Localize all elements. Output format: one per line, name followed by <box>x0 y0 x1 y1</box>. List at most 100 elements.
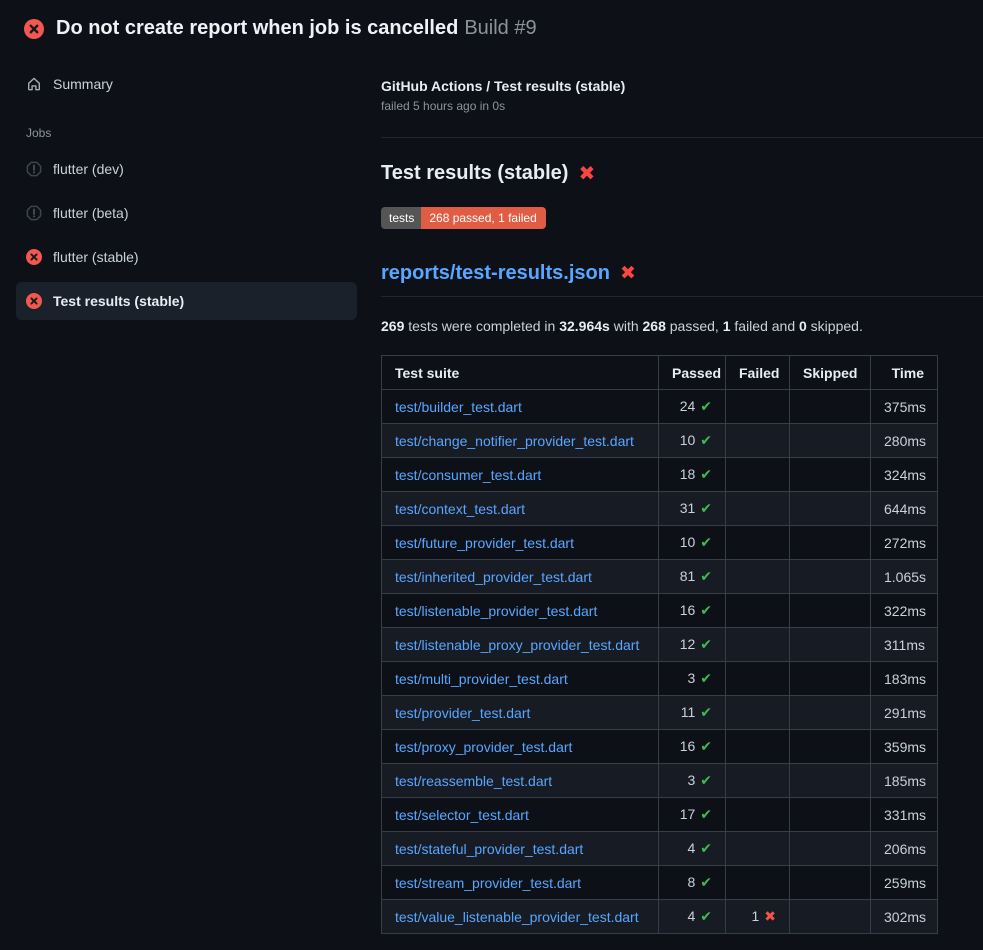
passed-cell: 4✔ <box>659 900 726 934</box>
check-icon: ✔ <box>700 534 712 550</box>
check-icon: ✔ <box>700 568 712 584</box>
test-suite-link[interactable]: test/consumer_test.dart <box>395 467 541 483</box>
page-header: Do not create report when job is cancell… <box>0 0 983 54</box>
test-suite-cell: test/reassemble_test.dart <box>382 764 659 798</box>
table-row: test/provider_test.dart11✔291ms <box>382 696 938 730</box>
passed-cell: 8✔ <box>659 866 726 900</box>
failed-cell <box>726 526 790 560</box>
check-icon: ✔ <box>700 602 712 618</box>
job-label: Test results (stable) <box>53 293 184 309</box>
table-row: test/future_provider_test.dart10✔272ms <box>382 526 938 560</box>
passed-count: 18 <box>680 466 696 482</box>
test-suite-link[interactable]: test/listenable_provider_test.dart <box>395 603 597 619</box>
test-suite-link[interactable]: test/listenable_proxy_provider_test.dart <box>395 637 639 653</box>
passed-cell: 4✔ <box>659 832 726 866</box>
test-suite-link[interactable]: test/context_test.dart <box>395 501 525 517</box>
time-cell: 359ms <box>871 730 938 764</box>
test-suite-link[interactable]: test/stream_provider_test.dart <box>395 875 581 891</box>
sidebar-item-flutter-stable[interactable]: flutter (stable) <box>16 238 357 276</box>
failed-cell <box>726 424 790 458</box>
sidebar-item-flutter-dev[interactable]: flutter (dev) <box>16 150 357 188</box>
failed-cell <box>726 594 790 628</box>
test-suite-link[interactable]: test/proxy_provider_test.dart <box>395 739 572 755</box>
table-row: test/change_notifier_provider_test.dart 1… <box>382 424 938 458</box>
column-header-skipped: Skipped <box>790 356 871 390</box>
skipped-cell <box>790 832 871 866</box>
passed-cell: 16✔ <box>659 594 726 628</box>
skipped-cell <box>790 594 871 628</box>
table-row: test/consumer_test.dart18✔324ms <box>382 458 938 492</box>
check-icon: ✔ <box>700 806 712 822</box>
failed-cell <box>726 628 790 662</box>
time-cell: 185ms <box>871 764 938 798</box>
jobs-section-label: Jobs <box>16 118 357 144</box>
passed-count: 4 <box>687 840 695 856</box>
passed-count: 10 <box>680 432 696 448</box>
test-suite-link[interactable]: test/future_provider_test.dart <box>395 535 574 551</box>
time-cell: 1.065s <box>871 560 938 594</box>
passed-cell: 3✔ <box>659 764 726 798</box>
check-icon: ✔ <box>700 670 712 686</box>
skipped-cell <box>790 526 871 560</box>
failed-cell <box>726 832 790 866</box>
skipped-cell <box>790 798 871 832</box>
test-suite-link[interactable]: test/multi_provider_test.dart <box>395 671 568 687</box>
time-cell: 644ms <box>871 492 938 526</box>
time-cell: 272ms <box>871 526 938 560</box>
column-header-passed: Passed <box>659 356 726 390</box>
check-icon: ✔ <box>700 466 712 482</box>
table-row: test/proxy_provider_test.dart16✔359ms <box>382 730 938 764</box>
passed-count: 31 <box>680 500 696 516</box>
passed-cell: 24✔ <box>659 390 726 424</box>
sidebar-item-flutter-beta[interactable]: flutter (beta) <box>16 194 357 232</box>
failed-cell <box>726 798 790 832</box>
check-icon: ✔ <box>700 432 712 448</box>
passed-cell: 18✔ <box>659 458 726 492</box>
test-suite-link[interactable]: test/builder_test.dart <box>395 399 522 415</box>
check-icon: ✔ <box>700 636 712 652</box>
failed-cell <box>726 696 790 730</box>
time-cell: 280ms <box>871 424 938 458</box>
test-suite-cell: test/consumer_test.dart <box>382 458 659 492</box>
report-file-link[interactable]: reports/test-results.json <box>381 262 610 285</box>
passed-cell: 11✔ <box>659 696 726 730</box>
skipped-cell <box>790 424 871 458</box>
table-row: test/inherited_provider_test.dart 81✔ 1.06… <box>382 560 938 594</box>
job-label: flutter (beta) <box>53 205 128 221</box>
summary-segment: 32.964s <box>559 318 610 334</box>
passed-cell: 3✔ <box>659 662 726 696</box>
failed-cell <box>726 390 790 424</box>
tests-summary-text: 269 tests were completed in 32.964s with… <box>381 318 983 334</box>
sidebar: Summary Jobs flutter (dev) flutter (beta… <box>0 54 373 326</box>
table-row: test/reassemble_test.dart 3✔ 185ms <box>382 764 938 798</box>
test-suite-link[interactable]: test/value_listenable_provider_test.dart <box>395 909 639 925</box>
summary-segment: 268 <box>643 318 666 334</box>
skipped-cell <box>790 662 871 696</box>
passed-count: 81 <box>680 568 696 584</box>
test-suite-link[interactable]: test/change_notifier_provider_test.dart <box>395 433 634 449</box>
test-suite-cell: test/proxy_provider_test.dart <box>382 730 659 764</box>
sidebar-item-summary[interactable]: Summary <box>16 68 357 100</box>
test-suite-link[interactable]: test/inherited_provider_test.dart <box>395 569 592 585</box>
failed-status-icon <box>26 249 42 265</box>
column-header-test-suite: Test suite <box>382 356 659 390</box>
test-suite-link[interactable]: test/reassemble_test.dart <box>395 773 552 789</box>
column-header-time: Time <box>871 356 938 390</box>
passed-count: 3 <box>687 670 695 686</box>
check-run-heading: Test results (stable) ✖ <box>381 162 983 185</box>
sidebar-item-test-results-stable[interactable]: Test results (stable) <box>16 282 357 320</box>
time-cell: 302ms <box>871 900 938 934</box>
test-suite-link[interactable]: test/selector_test.dart <box>395 807 529 823</box>
tests-badge: tests 268 passed, 1 failed <box>381 207 546 229</box>
time-cell: 375ms <box>871 390 938 424</box>
test-suite-cell: test/context_test.dart <box>382 492 659 526</box>
time-cell: 259ms <box>871 866 938 900</box>
failed-cell <box>726 764 790 798</box>
test-suite-cell: test/stateful_provider_test.dart <box>382 832 659 866</box>
failed-cell <box>726 662 790 696</box>
table-header-row: Test suitePassedFailedSkippedTime <box>382 356 938 390</box>
test-suite-link[interactable]: test/provider_test.dart <box>395 705 530 721</box>
test-suite-cell: test/inherited_provider_test.dart <box>382 560 659 594</box>
test-suite-link[interactable]: test/stateful_provider_test.dart <box>395 841 583 857</box>
skipped-cell <box>790 764 871 798</box>
